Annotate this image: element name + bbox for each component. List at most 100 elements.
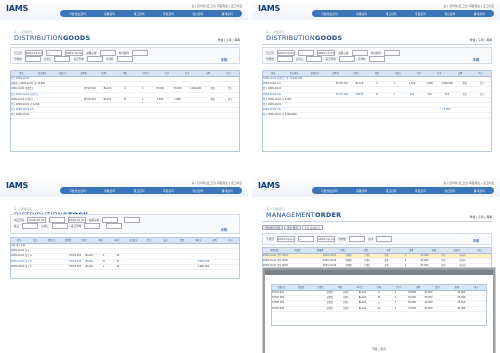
column-header[interactable]: 색상 — [367, 71, 388, 76]
nav-item[interactable]: 정산관리 — [192, 189, 203, 193]
nav-item[interactable]: 주문관리 — [163, 12, 174, 16]
search-button[interactable]: 조회 — [221, 227, 227, 232]
nav-item[interactable]: 재고관리 — [134, 12, 145, 16]
column-header[interactable]: 사이즈 — [135, 71, 156, 76]
column-header[interactable]: 상품명 — [325, 71, 346, 76]
nav-item[interactable]: 통계관리 — [474, 189, 485, 193]
column-header[interactable]: 브랜드 — [94, 71, 115, 76]
column-header[interactable]: 합계 — [447, 285, 466, 290]
column-header[interactable]: 금액 — [400, 248, 423, 253]
column-header[interactable]: 비고 — [218, 71, 239, 76]
modal-actions[interactable]: 저장 | 닫기 — [265, 347, 493, 351]
column-header[interactable]: 단가 — [429, 71, 450, 76]
column-header[interactable]: 수량 — [408, 71, 429, 76]
column-header[interactable]: 번호 — [11, 238, 27, 243]
logo[interactable]: IAMS — [258, 181, 280, 190]
nav-item[interactable]: 재고관리 — [134, 189, 145, 193]
column-header[interactable]: 현재고 — [190, 238, 206, 243]
column-header[interactable]: 비고 — [223, 238, 239, 243]
nav-item[interactable]: 기본정보관리 — [321, 12, 338, 16]
column-header[interactable]: 상태 — [423, 248, 446, 253]
column-header[interactable]: 담당자 — [445, 248, 468, 253]
column-header[interactable]: 금액 — [198, 71, 219, 76]
column-header[interactable]: 금액 — [408, 285, 427, 290]
filter-input[interactable] — [349, 235, 365, 242]
nav-item[interactable]: 기본정보관리 — [69, 12, 86, 16]
nav-item[interactable]: 통계관리 — [474, 12, 485, 16]
column-header[interactable]: 수량 — [369, 285, 388, 290]
nav-item[interactable]: 유통관리 — [104, 12, 115, 16]
column-header[interactable]: 기초재고 — [125, 238, 141, 243]
filter-input[interactable] — [24, 55, 41, 62]
tab[interactable]: 주문 상세보기 — [301, 225, 323, 230]
filter-input[interactable] — [106, 222, 123, 229]
column-header[interactable]: 비고 — [468, 248, 491, 253]
page-actions[interactable]: 엑셀 | 출력 | 목록 — [470, 215, 492, 219]
utility-links[interactable]: 홈 | 관리자(로그인) 회원정보 | 로그아웃 — [443, 181, 494, 185]
nav-item[interactable]: 유통관리 — [356, 189, 367, 193]
column-header[interactable]: 주문번호 — [263, 248, 286, 253]
column-header[interactable]: 번호 — [11, 71, 32, 76]
filter-input[interactable] — [124, 216, 141, 223]
column-header[interactable]: 입고일자 — [32, 71, 53, 76]
nav-item[interactable]: 정산관리 — [444, 189, 455, 193]
logo[interactable]: IAMS — [6, 4, 28, 13]
logo[interactable]: IAMS — [258, 4, 280, 13]
utility-links[interactable]: 홈 | 관리자(로그인) 회원정보 | 로그아웃 — [191, 181, 242, 185]
filter-input[interactable] — [54, 55, 71, 62]
nav-item[interactable]: 기본정보관리 — [69, 189, 86, 193]
column-header[interactable]: 비고 — [467, 285, 486, 290]
filter-input[interactable] — [306, 55, 323, 62]
filter-input[interactable] — [368, 55, 385, 62]
filter-input[interactable] — [84, 222, 101, 229]
filter-input[interactable] — [22, 222, 39, 229]
column-header[interactable]: 업체명 — [309, 248, 332, 253]
tab[interactable]: 주문 입력 — [284, 225, 301, 230]
search-button[interactable]: 조회 — [473, 238, 479, 243]
column-header[interactable]: 상품코드 — [44, 238, 60, 243]
column-header[interactable]: 브랜드 — [346, 71, 367, 76]
column-header[interactable]: 수량 — [156, 71, 177, 76]
utility-links[interactable]: 홈 | 관리자(로그인) 회원정보 | 로그아웃 — [443, 4, 494, 8]
nav-item[interactable]: 유통관리 — [356, 12, 367, 16]
column-header[interactable]: 출고 — [158, 238, 174, 243]
column-header[interactable]: 입고 — [141, 238, 157, 243]
column-header[interactable]: 브랜드 — [331, 248, 354, 253]
nav-item[interactable]: 재고관리 — [386, 12, 397, 16]
column-header[interactable]: 상품 — [354, 248, 377, 253]
column-header[interactable]: 반품 — [174, 238, 190, 243]
column-header[interactable]: 단가 — [177, 71, 198, 76]
table-row[interactable]: STYLE 004 상품명 브랜드 BLACK XL 1 33,000 33,000 33,00… — [272, 307, 486, 312]
filter-input[interactable] — [116, 55, 133, 62]
column-header[interactable]: 색상 — [330, 285, 349, 290]
search-button[interactable]: 조회 — [221, 57, 227, 62]
filter-input[interactable]: ~ — [298, 235, 314, 242]
page-actions[interactable]: 엑셀 | 출력 | 목록 — [470, 38, 492, 42]
column-header[interactable]: 사이즈 — [109, 238, 125, 243]
column-header[interactable]: 상품명 — [73, 71, 94, 76]
nav-item[interactable]: 기본정보관리 — [321, 189, 338, 193]
column-header[interactable]: 색상 — [92, 238, 108, 243]
utility-links[interactable]: 홈 | 관리자(로그인) 회원정보 | 로그아웃 — [191, 4, 242, 8]
nav-item[interactable]: 통계관리 — [222, 12, 233, 16]
column-header[interactable]: 금액 — [450, 71, 471, 76]
filter-input[interactable] — [376, 235, 393, 242]
filter-input[interactable]: 2009-10-31 — [317, 235, 336, 242]
column-header[interactable]: 단가 — [389, 285, 408, 290]
filter-input[interactable]: 2009-10-01 — [276, 235, 295, 242]
column-header[interactable]: 수량 — [377, 248, 400, 253]
column-header[interactable]: 사이즈 — [387, 71, 408, 76]
nav-item[interactable]: 정산관리 — [192, 12, 203, 16]
filter-input[interactable] — [276, 55, 293, 62]
nav-item[interactable]: 재고관리 — [386, 189, 397, 193]
table-row[interactable]: 입고 2009-10-01 총 6,000,000 — [263, 113, 491, 119]
tab[interactable]: 주문관리 목록 — [262, 225, 284, 230]
column-header[interactable]: 상품명 — [291, 285, 310, 290]
column-header[interactable]: 브랜드 — [76, 238, 92, 243]
nav-item[interactable]: 통계관리 — [222, 189, 233, 193]
column-header[interactable]: 상품코드 — [52, 71, 73, 76]
filter-input[interactable] — [51, 222, 68, 229]
column-header[interactable]: 사이즈 — [350, 285, 369, 290]
column-header[interactable]: 창고 — [27, 238, 43, 243]
filter-input[interactable]: 2009-10-31 — [67, 216, 86, 223]
